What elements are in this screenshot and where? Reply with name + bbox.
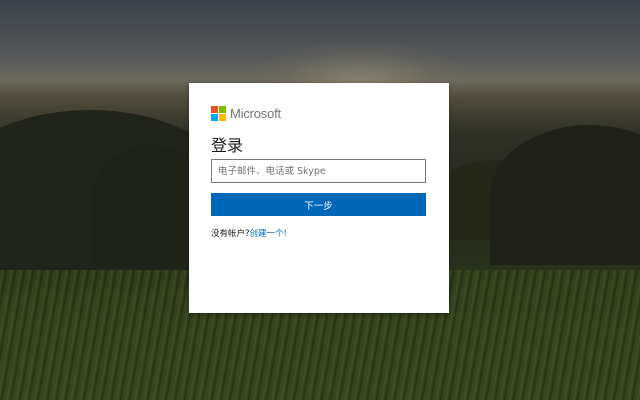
signup-prompt: 没有帐户?创建一个!: [211, 227, 287, 239]
brand-header: Microsoft: [211, 105, 281, 121]
email-phone-skype-input[interactable]: [211, 159, 426, 183]
microsoft-logo-icon: [211, 105, 226, 121]
logo-yellow-square: [219, 113, 226, 121]
logo-red-square: [211, 105, 218, 113]
logo-green-square: [219, 105, 226, 113]
brand-name: Microsoft: [230, 105, 281, 121]
page-title: 登录: [211, 136, 244, 155]
next-button[interactable]: 下一步: [211, 193, 426, 216]
login-card: Microsoft 登录 下一步 没有帐户?创建一个!: [189, 83, 449, 313]
create-account-link[interactable]: 创建一个!: [250, 229, 287, 239]
no-account-text: 没有帐户?: [211, 229, 250, 239]
logo-blue-square: [211, 113, 218, 121]
